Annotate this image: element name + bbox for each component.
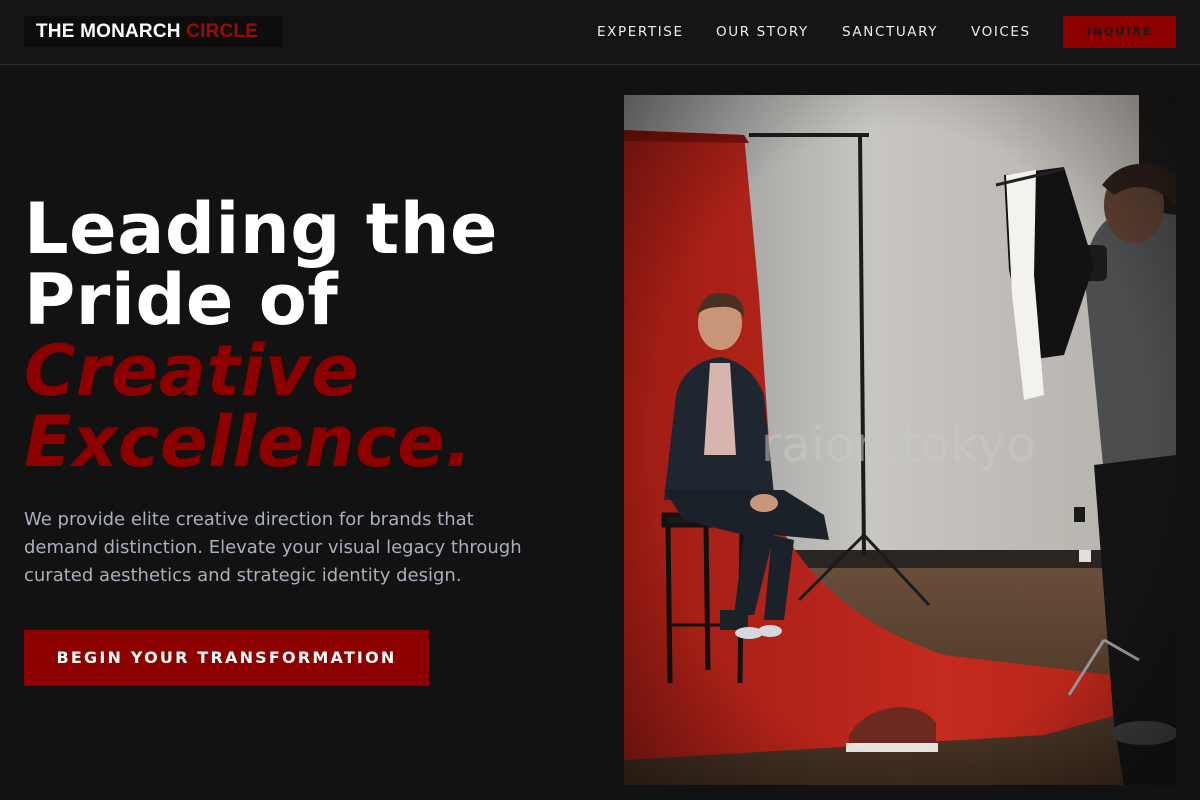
logo[interactable]: THE MONARCH CIRCLE	[24, 16, 283, 47]
headline-line-2: Pride of	[24, 259, 339, 341]
begin-transformation-button[interactable]: BEGIN YOUR TRANSFORMATION	[24, 630, 429, 686]
nav-link-voices[interactable]: VOICES	[971, 24, 1031, 40]
logo-main-text: THE MONARCH	[36, 21, 187, 42]
headline-accent-2: Excellence.	[24, 401, 473, 483]
inquire-button[interactable]: INQUIRE	[1063, 16, 1176, 48]
logo-accent-text: CIRCLE	[186, 21, 259, 42]
nav-link-our-story[interactable]: OUR STORY	[716, 24, 809, 40]
headline-accent-1: Creative	[24, 330, 360, 412]
hero-photo: raion.tokyo	[624, 95, 1176, 785]
hero-headline: Leading the Pride of Creative Excellence…	[24, 194, 584, 478]
nav-link-sanctuary[interactable]: SANCTUARY	[842, 24, 938, 40]
hero-subtext: We provide elite creative direction for …	[24, 509, 522, 586]
top-nav: THE MONARCH CIRCLE EXPERTISE OUR STORY S…	[0, 0, 1200, 65]
photo-watermark: raion.tokyo	[761, 417, 1037, 473]
nav-link-expertise[interactable]: EXPERTISE	[597, 24, 684, 40]
headline-line-1: Leading the	[24, 188, 499, 270]
